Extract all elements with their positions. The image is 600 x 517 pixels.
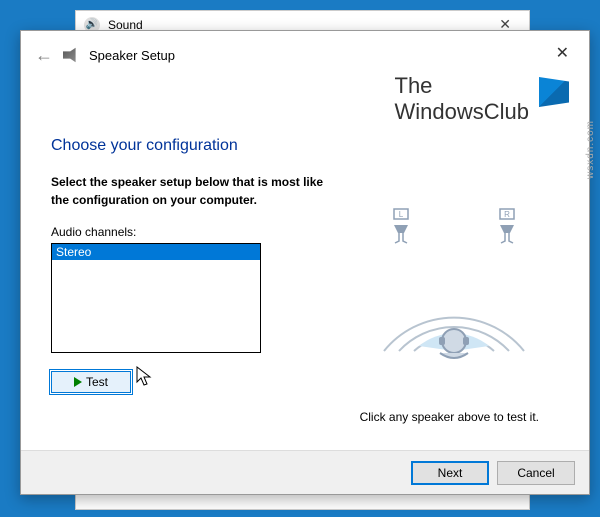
page-heading: Choose your configuration	[51, 137, 559, 155]
next-button[interactable]: Next	[411, 461, 489, 485]
instruction-text: Select the speaker setup below that is m…	[51, 173, 331, 209]
speaker-diagram[interactable]: L R	[354, 191, 554, 371]
speaker-icon	[63, 46, 81, 64]
svg-text:R: R	[504, 210, 510, 219]
back-arrow-icon[interactable]: ←	[35, 45, 53, 66]
watermark: wsxdn.com	[585, 120, 596, 179]
left-speaker-icon[interactable]: L	[394, 209, 408, 243]
button-bar: Next Cancel	[21, 450, 589, 494]
list-item[interactable]: Stereo	[52, 244, 260, 260]
wizard-header: ← Speaker Setup ✕	[21, 31, 589, 79]
test-button-label: Test	[86, 375, 108, 389]
speaker-hint-text: Click any speaker above to test it.	[360, 410, 539, 424]
audio-channels-listbox[interactable]: Stereo	[51, 243, 261, 353]
svg-text:L: L	[399, 210, 404, 219]
close-icon[interactable]: ✕	[548, 41, 577, 65]
windowsclub-logo: The WindowsClub	[395, 73, 530, 125]
wizard-title: Speaker Setup	[89, 48, 175, 63]
test-button[interactable]: Test	[51, 371, 131, 393]
play-icon	[74, 377, 82, 387]
cancel-button[interactable]: Cancel	[497, 461, 575, 485]
listener-icon	[439, 329, 469, 358]
logo-mark-icon	[539, 77, 569, 107]
right-speaker-icon[interactable]: R	[500, 209, 514, 243]
speaker-setup-wizard: ← Speaker Setup ✕ The WindowsClub Choose…	[20, 30, 590, 495]
